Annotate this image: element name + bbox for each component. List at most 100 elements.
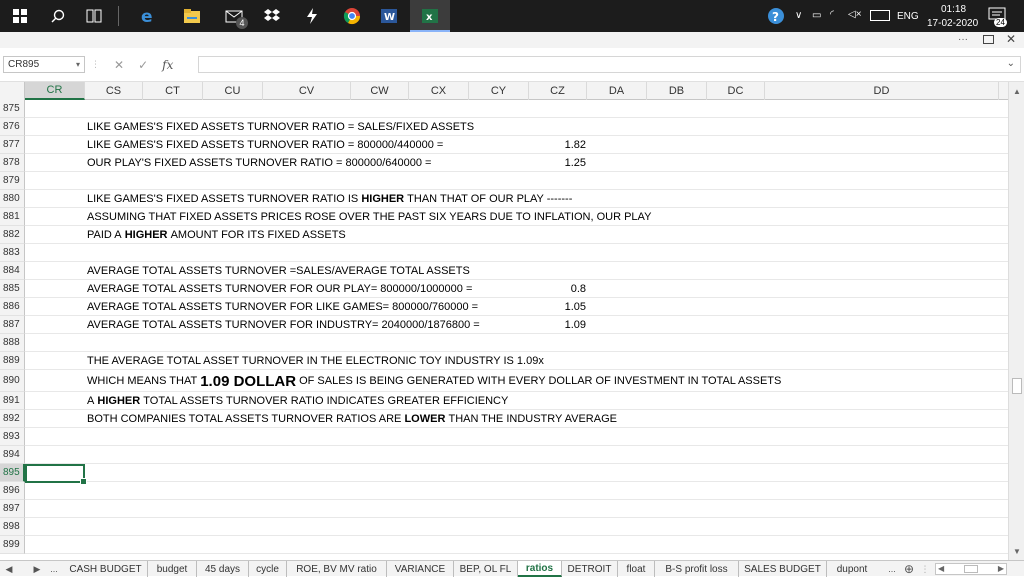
cell-cs891[interactable]: A HIGHER TOTAL ASSETS TURNOVER RATIO IND… xyxy=(87,392,508,410)
sheet-tab[interactable]: SALES BUDGET xyxy=(739,561,827,577)
row-header[interactable]: 890 xyxy=(0,370,25,392)
row-header[interactable]: 877 xyxy=(0,136,25,154)
row-header[interactable]: 883 xyxy=(0,244,25,262)
cell-cs885[interactable]: AVERAGE TOTAL ASSETS TURNOVER FOR OUR PL… xyxy=(87,280,472,298)
row-header[interactable]: 881 xyxy=(0,208,25,226)
vertical-scrollbar[interactable]: ▲ ▼ xyxy=(1008,82,1024,560)
word-icon[interactable]: W xyxy=(376,2,402,30)
row-header[interactable]: 898 xyxy=(0,518,25,536)
next-sheet-icon[interactable]: ▶ xyxy=(30,561,44,577)
column-header-cs[interactable]: CS xyxy=(85,82,143,100)
close-icon[interactable]: ✕ xyxy=(1006,32,1016,46)
mail-icon[interactable]: 4 xyxy=(220,2,248,30)
row-header[interactable]: 885 xyxy=(0,280,25,298)
row-header[interactable]: 878 xyxy=(0,154,25,172)
cells-area[interactable]: LIKE GAMES'S FIXED ASSETS TURNOVER RATIO… xyxy=(25,100,1008,560)
cell-cs878[interactable]: OUR PLAY'S FIXED ASSETS TURNOVER RATIO =… xyxy=(87,154,431,172)
column-header-db[interactable]: DB xyxy=(647,82,707,100)
row-header[interactable]: 888 xyxy=(0,334,25,352)
tab-splitter-icon[interactable]: ⋮ xyxy=(920,561,930,577)
edge-browser-icon[interactable]: e xyxy=(134,2,162,30)
enter-formula-icon[interactable]: ✓ xyxy=(138,58,148,72)
row-header[interactable]: 889 xyxy=(0,352,25,370)
sheet-tab[interactable]: dupont xyxy=(827,561,877,577)
column-header-cw[interactable]: CW xyxy=(351,82,409,100)
tray-chevron-icon[interactable]: ∨ xyxy=(795,10,802,21)
row-header[interactable]: 879 xyxy=(0,172,25,190)
column-header-cv[interactable]: CV xyxy=(263,82,351,100)
wifi-icon[interactable]: ◜ xyxy=(830,9,834,20)
scroll-right-icon[interactable]: ▶ xyxy=(998,564,1004,573)
sheet-tab[interactable]: BEP, OL FL xyxy=(454,561,518,577)
row-header[interactable]: 899 xyxy=(0,536,25,554)
cell-cs887[interactable]: AVERAGE TOTAL ASSETS TURNOVER FOR INDUST… xyxy=(87,316,480,334)
cell-cs890[interactable]: WHICH MEANS THAT 1.09 DOLLAR OF SALES IS B… xyxy=(87,370,781,392)
winamp-lightning-icon[interactable] xyxy=(298,2,326,30)
excel-taskbar-active[interactable]: x xyxy=(410,0,450,32)
cell-cz886[interactable]: 1.05 xyxy=(526,298,586,316)
cell-cs882[interactable]: PAID A HIGHER AMOUNT FOR ITS FIXED ASSET… xyxy=(87,226,346,244)
more-options-icon[interactable]: ··· xyxy=(958,34,968,45)
row-header[interactable]: 876 xyxy=(0,118,25,136)
expand-formula-bar-icon[interactable]: ⌄ xyxy=(1007,58,1015,69)
column-header-dc[interactable]: DC xyxy=(707,82,765,100)
active-cell-cr895[interactable] xyxy=(25,464,87,485)
scroll-left-icon[interactable]: ◀ xyxy=(938,564,944,573)
column-header-cz[interactable]: CZ xyxy=(529,82,587,100)
sheet-tab[interactable]: ROE, BV MV ratio xyxy=(287,561,387,577)
sheet-tab-active[interactable]: ratios xyxy=(518,561,562,577)
spreadsheet-grid[interactable]: CR CS CT CU CV CW CX CY CZ DA DB DC DD 8… xyxy=(0,82,1008,560)
sheet-tab[interactable]: cycle xyxy=(249,561,287,577)
horizontal-scrollbar[interactable]: ◀ ▶ xyxy=(935,563,1007,575)
row-header[interactable]: 875 xyxy=(0,100,25,118)
column-header-cx[interactable]: CX xyxy=(409,82,469,100)
battery-icon[interactable]: ▭ xyxy=(812,10,821,21)
clock-date[interactable]: 17-02-2020 xyxy=(927,18,978,29)
task-view-icon[interactable] xyxy=(80,2,108,30)
column-header-ct[interactable]: CT xyxy=(143,82,203,100)
sheet-tab[interactable]: CASH BUDGET xyxy=(64,561,148,577)
scroll-up-icon[interactable]: ▲ xyxy=(1009,84,1024,98)
language-indicator[interactable]: ENG xyxy=(897,11,919,22)
row-header[interactable]: 897 xyxy=(0,500,25,518)
sheet-tab[interactable]: budget xyxy=(148,561,197,577)
column-header-cu[interactable]: CU xyxy=(203,82,263,100)
add-sheet-icon[interactable]: ⊕ xyxy=(901,561,917,577)
formula-input[interactable]: ⌄ xyxy=(198,56,1021,73)
cell-cs886[interactable]: AVERAGE TOTAL ASSETS TURNOVER FOR LIKE G… xyxy=(87,298,478,316)
column-header-cr[interactable]: CR xyxy=(25,82,85,100)
help-icon[interactable]: ? xyxy=(766,7,788,25)
cell-cs884[interactable]: AVERAGE TOTAL ASSETS TURNOVER =SALES/AVE… xyxy=(87,262,470,280)
cell-cs889[interactable]: THE AVERAGE TOTAL ASSET TURNOVER IN THE … xyxy=(87,352,544,370)
cell-cs876[interactable]: LIKE GAMES'S FIXED ASSETS TURNOVER RATIO… xyxy=(87,118,474,136)
row-header[interactable]: 882 xyxy=(0,226,25,244)
sheet-tab[interactable]: 45 days xyxy=(197,561,249,577)
row-header[interactable]: 884 xyxy=(0,262,25,280)
name-box-dropdown-icon[interactable]: ▾ xyxy=(76,60,80,69)
more-sheets-right[interactable]: ... xyxy=(883,561,901,577)
chrome-icon[interactable] xyxy=(338,2,366,30)
sheet-tab[interactable]: DETROIT xyxy=(562,561,618,577)
insert-function-icon[interactable]: fx xyxy=(162,58,173,72)
row-header[interactable]: 886 xyxy=(0,298,25,316)
dropbox-icon[interactable] xyxy=(258,2,286,30)
file-explorer-icon[interactable] xyxy=(178,2,206,30)
cell-cs881[interactable]: ASSUMING THAT FIXED ASSETS PRICES ROSE O… xyxy=(87,208,651,226)
scroll-down-icon[interactable]: ▼ xyxy=(1009,544,1024,558)
cell-cz887[interactable]: 1.09 xyxy=(526,316,586,334)
search-icon[interactable] xyxy=(44,2,72,30)
row-header[interactable]: 892 xyxy=(0,410,25,428)
select-all-corner[interactable] xyxy=(0,82,25,100)
row-header[interactable]: 887 xyxy=(0,316,25,334)
row-header[interactable]: 894 xyxy=(0,446,25,464)
cell-cs880[interactable]: LIKE GAMES'S FIXED ASSETS TURNOVER RATIO… xyxy=(87,190,572,208)
notifications-icon[interactable]: 24 xyxy=(988,7,1010,27)
row-header[interactable]: 891 xyxy=(0,392,25,410)
cell-cs892[interactable]: BOTH COMPANIES TOTAL ASSETS TURNOVER RAT… xyxy=(87,410,617,428)
row-header[interactable]: 896 xyxy=(0,482,25,500)
column-header-da[interactable]: DA xyxy=(587,82,647,100)
row-header[interactable]: 880 xyxy=(0,190,25,208)
keyboard-icon[interactable] xyxy=(870,10,890,21)
cell-cz878[interactable]: 1.25 xyxy=(526,154,586,172)
sheet-tab[interactable]: B-S profit loss xyxy=(655,561,739,577)
